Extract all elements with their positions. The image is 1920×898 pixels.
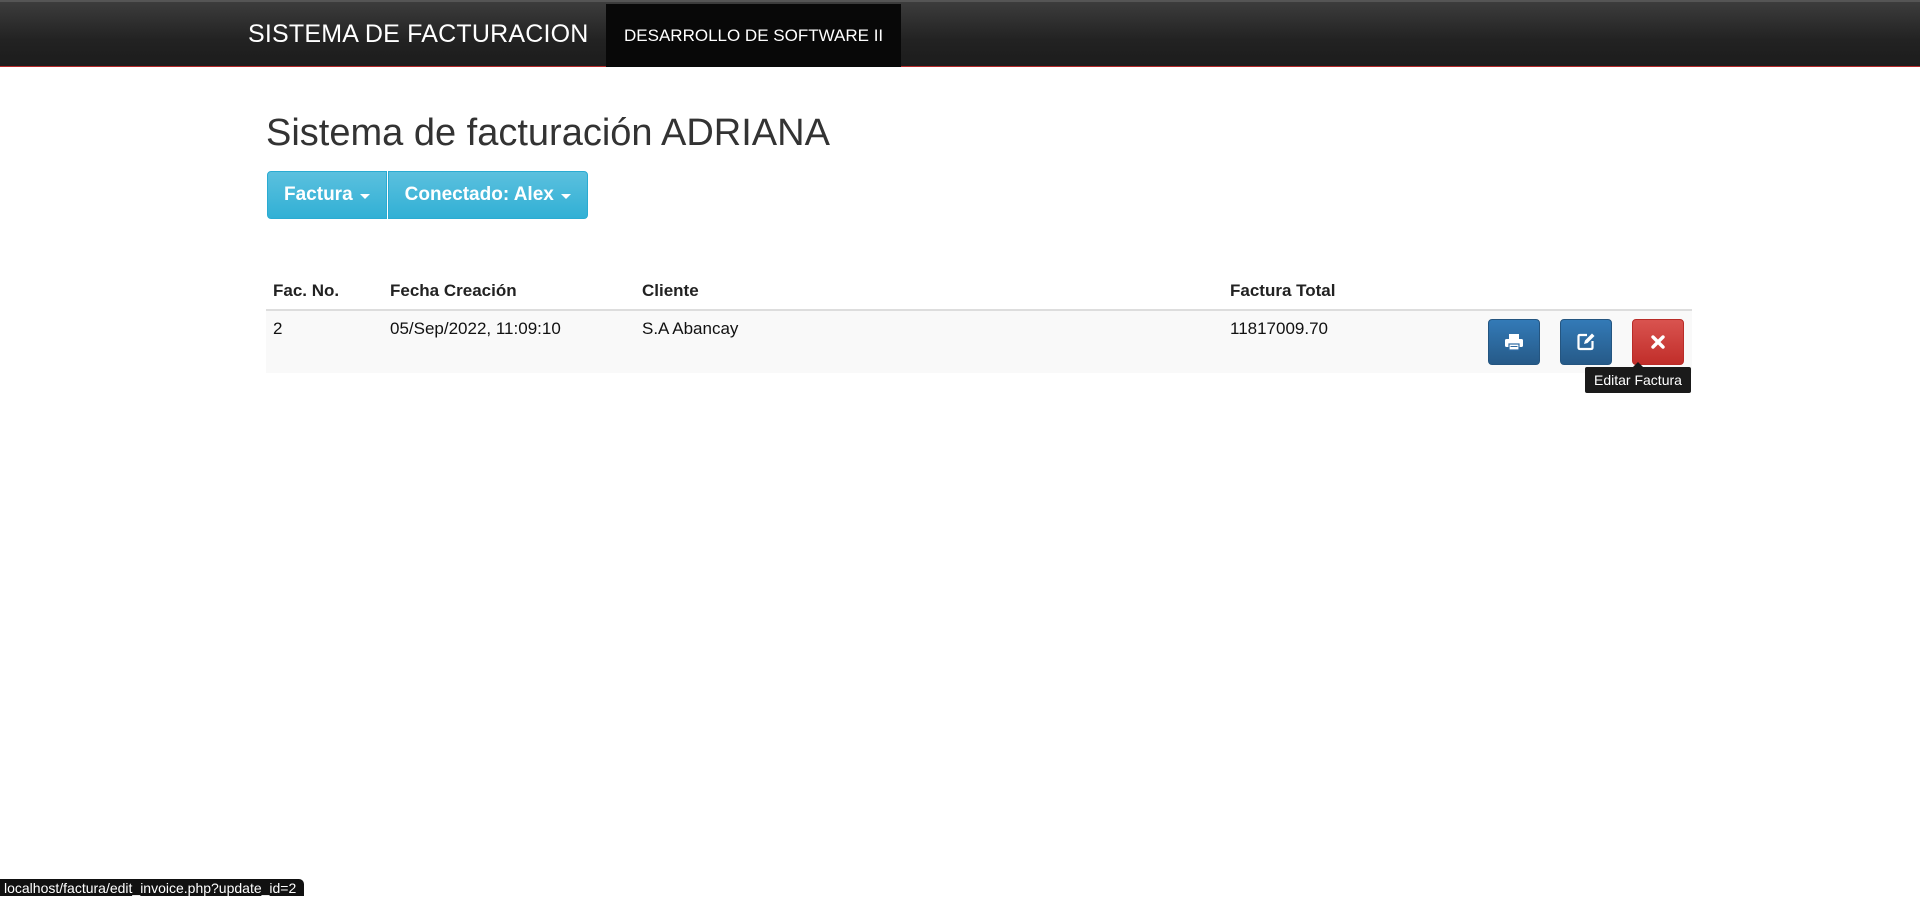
browser-status-url: localhost/factura/edit_invoice.php?updat…	[0, 879, 305, 896]
header-invoice-total: Factura Total	[1223, 274, 1475, 311]
table-row: 2 05/Sep/2022, 11:09:10 S.A Abancay 1181…	[266, 310, 1692, 373]
close-icon	[1651, 335, 1665, 349]
navbar-brand[interactable]: SISTEMA DE FACTURACION	[248, 2, 589, 67]
header-invoice-number: Fac. No.	[266, 274, 383, 311]
cell-invoice-total: 11817009.70	[1223, 310, 1475, 373]
top-navbar: SISTEMA DE FACTURACION DESARROLLO DE SOF…	[0, 0, 1920, 67]
print-invoice-button[interactable]	[1488, 319, 1540, 365]
factura-dropdown-button[interactable]: Factura	[267, 171, 387, 219]
nav-item-desarrollo[interactable]: DESARROLLO DE SOFTWARE II	[606, 4, 902, 67]
edit-invoice-tooltip: Editar Factura	[1585, 362, 1691, 393]
cell-actions	[1475, 310, 1692, 373]
invoice-table: Fac. No. Fecha Creación Cliente Factura …	[266, 274, 1692, 373]
caret-down-icon	[560, 193, 571, 199]
edit-icon	[1577, 333, 1595, 351]
page-title: Sistema de facturación ADRIANA	[266, 112, 830, 154]
header-actions	[1475, 274, 1692, 311]
user-dropdown-button[interactable]: Conectado: Alex	[387, 171, 588, 219]
cell-creation-date: 05/Sep/2022, 11:09:10	[383, 310, 635, 373]
factura-button-label: Factura	[284, 184, 353, 205]
user-button-label: Conectado: Alex	[404, 184, 554, 205]
print-icon	[1505, 334, 1523, 351]
header-creation-date: Fecha Creación	[383, 274, 635, 311]
delete-invoice-button[interactable]	[1632, 319, 1684, 365]
header-client: Cliente	[635, 274, 1223, 311]
toolbar-button-group: Factura Conectado: Alex	[267, 171, 588, 219]
cell-client: S.A Abancay	[635, 310, 1223, 373]
edit-invoice-button[interactable]	[1560, 319, 1612, 365]
table-header-row: Fac. No. Fecha Creación Cliente Factura …	[266, 274, 1692, 311]
cell-invoice-number: 2	[266, 310, 383, 373]
caret-down-icon	[359, 193, 370, 199]
